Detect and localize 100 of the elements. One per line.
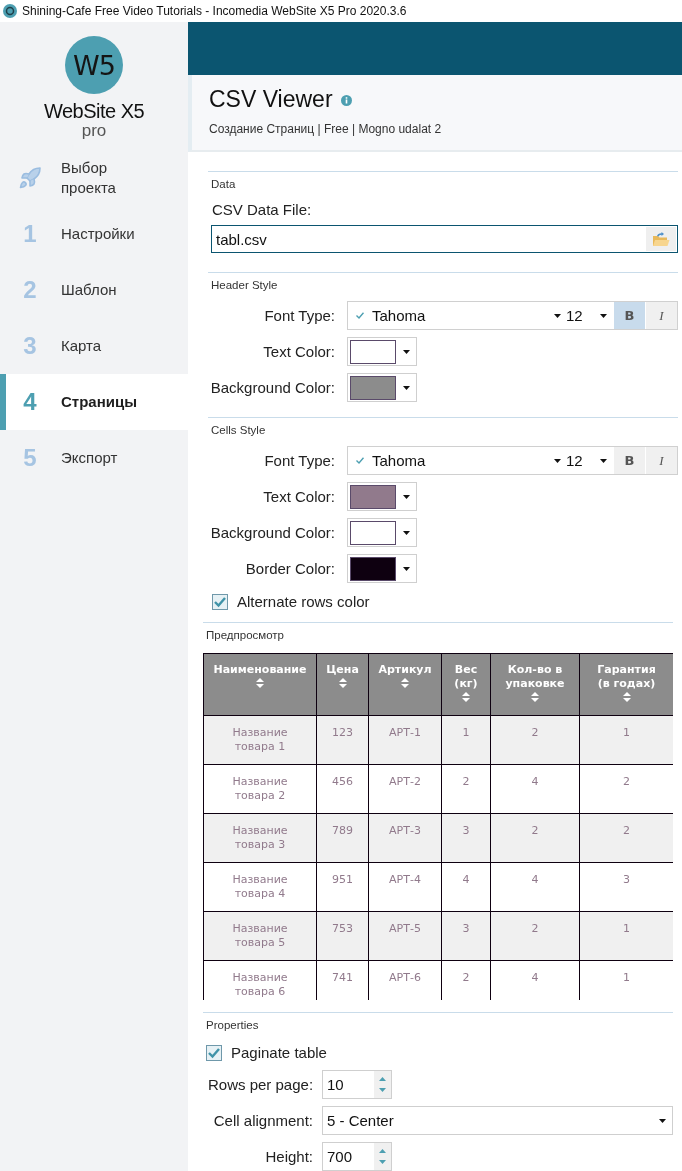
field-label: Text Color: xyxy=(262,343,335,360)
field-label: Background Color: xyxy=(209,524,335,541)
sort-icon xyxy=(256,678,264,688)
rows-per-page-field[interactable]: 10 xyxy=(322,1070,392,1099)
checkbox-label[interactable]: Paginate table xyxy=(231,1045,327,1061)
table-cell: 4 xyxy=(441,862,491,912)
check-icon xyxy=(356,457,364,464)
table-cell: 1 xyxy=(579,960,673,1000)
caret-icon xyxy=(554,313,561,318)
caret-icon xyxy=(403,530,410,535)
table-cell: 3 xyxy=(441,911,491,961)
table-cell: 4 xyxy=(490,960,580,1000)
table-cell: 456 xyxy=(316,764,369,814)
font-family-dropdown[interactable]: Tahoma xyxy=(348,302,561,329)
table-cell: 789 xyxy=(316,813,369,863)
step-number: 1 xyxy=(23,220,37,248)
table-cell: 1 xyxy=(579,715,673,765)
spin-arrows-icon[interactable] xyxy=(374,1071,391,1098)
table-cell: 2 xyxy=(490,911,580,961)
caret-icon xyxy=(403,385,410,390)
page-subtitle: Создание Страниц | Free | Mogno udalat 2 xyxy=(209,122,443,137)
section-title: Data xyxy=(210,177,237,191)
field-label: Font Type: xyxy=(263,307,335,324)
nav-item[interactable]: Выбор проекта xyxy=(0,150,188,206)
cell-alignment-select[interactable]: 5 - Center xyxy=(322,1106,673,1135)
check-icon xyxy=(356,312,364,319)
color-picker[interactable] xyxy=(347,554,417,583)
file-path-field[interactable]: tabl.csv xyxy=(211,225,678,253)
table-cell: 2 xyxy=(441,960,491,1000)
height-field[interactable]: 700 xyxy=(322,1142,392,1171)
field-label: Cell alignment: xyxy=(212,1112,313,1129)
table-cell: 2 xyxy=(579,764,673,814)
font-family-dropdown[interactable]: Tahoma xyxy=(348,447,561,474)
caret-icon xyxy=(600,313,607,318)
field-label: Background Color: xyxy=(209,379,335,396)
table-cell: 3 xyxy=(441,813,491,863)
bold-button[interactable]: B xyxy=(614,302,645,329)
field-label: Text Color: xyxy=(262,488,335,505)
caret-icon xyxy=(403,349,410,354)
nav-item[interactable]: 4 Страницы xyxy=(0,374,188,430)
rocket-icon xyxy=(18,166,42,190)
checkbox[interactable] xyxy=(212,594,228,610)
font-size-dropdown[interactable]: 12 xyxy=(561,302,613,329)
table-cell: 951 xyxy=(316,862,369,912)
table-cell: 123 xyxy=(316,715,369,765)
nav-item[interactable]: 2 Шаблон xyxy=(0,262,188,318)
sort-icon xyxy=(622,692,631,702)
color-picker[interactable] xyxy=(347,482,417,511)
nav-item[interactable]: 1 Настройки xyxy=(0,206,188,262)
field-label: Rows per page: xyxy=(208,1076,313,1093)
section-title: Cells Style xyxy=(210,423,267,437)
step-number: 3 xyxy=(23,332,37,360)
sort-icon xyxy=(401,678,409,688)
section-title: Properties xyxy=(205,1018,260,1032)
table-cell: Название товара 1 xyxy=(203,715,317,765)
browse-button[interactable] xyxy=(646,227,676,251)
table-cell: АРТ-4 xyxy=(368,862,442,912)
spin-arrows-icon[interactable] xyxy=(374,1143,391,1170)
app-icon xyxy=(3,4,17,18)
color-picker[interactable] xyxy=(347,518,417,547)
caret-icon xyxy=(600,458,607,463)
italic-button[interactable]: I xyxy=(646,302,677,329)
nav-item[interactable]: 5 Экспорт xyxy=(0,430,188,486)
logo-name: WebSite X5 xyxy=(43,100,145,122)
color-picker[interactable] xyxy=(347,337,417,366)
table-cell: АРТ-6 xyxy=(368,960,442,1000)
section-title: Предпросмотр xyxy=(205,628,285,642)
caret-icon xyxy=(554,458,561,463)
table-cell: АРТ-3 xyxy=(368,813,442,863)
sort-icon xyxy=(531,692,539,702)
table-cell: 1 xyxy=(579,911,673,961)
checkbox[interactable] xyxy=(206,1045,222,1061)
table-cell: Название товара 4 xyxy=(203,862,317,912)
table-cell: Название товара 5 xyxy=(203,911,317,961)
nav-item[interactable]: 3 Карта xyxy=(0,318,188,374)
italic-button[interactable]: I xyxy=(646,447,677,474)
bold-button[interactable]: B xyxy=(614,447,645,474)
caret-icon xyxy=(403,494,410,499)
table-cell: 2 xyxy=(490,813,580,863)
color-picker[interactable] xyxy=(347,373,417,402)
step-number: 4 xyxy=(23,388,37,416)
font-size-dropdown[interactable]: 12 xyxy=(561,447,613,474)
field-label: Border Color: xyxy=(244,560,335,577)
table-cell: Название товара 2 xyxy=(203,764,317,814)
caret-icon xyxy=(659,1118,666,1123)
logo-mark: W5 xyxy=(65,36,123,94)
logo-edition: pro xyxy=(81,122,107,139)
table-cell: 1 xyxy=(441,715,491,765)
table-cell: 4 xyxy=(490,862,580,912)
table-cell: Название товара 6 xyxy=(203,960,317,1000)
table-cell: 2 xyxy=(579,813,673,863)
table-cell: Название товара 3 xyxy=(203,813,317,863)
info-icon[interactable] xyxy=(340,95,352,106)
table-cell: 2 xyxy=(441,764,491,814)
table-cell: АРТ-5 xyxy=(368,911,442,961)
table-cell: 753 xyxy=(316,911,369,961)
field-label: Height: xyxy=(264,1148,313,1165)
table-cell: 2 xyxy=(490,715,580,765)
checkbox-label[interactable]: Alternate rows color xyxy=(237,594,370,610)
table-cell: АРТ-2 xyxy=(368,764,442,814)
